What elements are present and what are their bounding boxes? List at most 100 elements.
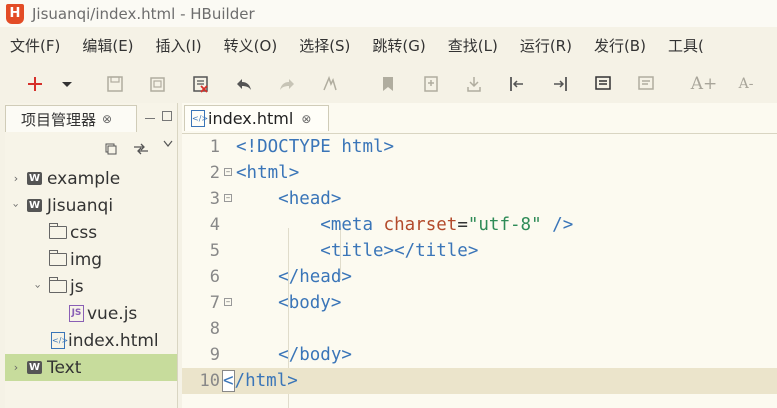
- code-line: 3 − < head >: [182, 186, 777, 212]
- menu-select[interactable]: 选择(S): [299, 35, 350, 56]
- tree-item-js[interactable]: › js: [5, 273, 177, 300]
- format-icon[interactable]: [319, 73, 341, 95]
- fold-toggle[interactable]: −: [224, 168, 236, 178]
- tree-item-img[interactable]: img: [5, 246, 177, 273]
- code-line: 4 < meta charset = "utf-8" />: [182, 212, 777, 238]
- chevron-down-icon[interactable]: ›: [10, 201, 23, 211]
- js-file-icon: JS: [69, 305, 84, 322]
- menu-tools[interactable]: 工具(: [668, 35, 704, 56]
- tree-item-label: Text: [47, 357, 82, 378]
- line-number: 1: [209, 137, 220, 157]
- collapse-icon[interactable]: −: [224, 168, 232, 176]
- view-menu-icon[interactable]: [163, 137, 173, 151]
- save-icon[interactable]: [104, 73, 126, 95]
- code-line-current: 10 </html >: [182, 368, 777, 394]
- tree-item-label: img: [70, 249, 103, 270]
- menu-find[interactable]: 查找(L): [448, 35, 498, 56]
- code-token: charset: [383, 215, 458, 235]
- collapse-all-icon[interactable]: [105, 143, 117, 158]
- tree-item-text[interactable]: › W Text: [5, 354, 177, 381]
- line-number: 2: [209, 163, 220, 183]
- project-manager-tab[interactable]: 项目管理器 ⊗: [5, 105, 137, 132]
- code-token: head: [288, 189, 331, 209]
- maximize-icon[interactable]: [162, 111, 172, 121]
- editor-tab-index-html[interactable]: </> index.html ⊗: [184, 105, 329, 131]
- tree-item-label: Jisuanqi: [47, 195, 114, 216]
- font-decrease-icon[interactable]: A-: [735, 73, 757, 95]
- folder-icon: [49, 250, 67, 266]
- code-token: meta: [330, 215, 373, 235]
- menu-file[interactable]: 文件(F): [10, 35, 60, 56]
- code-editor[interactable]: 1 < !DOCTYPE html > 2 − < html > 3 − < head > …: [182, 133, 777, 408]
- chevron-right-icon[interactable]: ›: [11, 172, 21, 185]
- save-all-icon[interactable]: [147, 73, 169, 95]
- code-line: 2 − < html >: [182, 160, 777, 186]
- menu-run[interactable]: 运行(R): [520, 35, 572, 56]
- close-icon[interactable]: ⊗: [102, 112, 112, 126]
- menu-escape[interactable]: 转义(O): [224, 35, 278, 56]
- code-token: title: [330, 241, 384, 261]
- undo-icon[interactable]: [233, 73, 255, 95]
- tree-item-css[interactable]: css: [5, 219, 177, 246]
- link-editor-icon[interactable]: [133, 143, 149, 158]
- menu-goto[interactable]: 跳转(G): [372, 35, 425, 56]
- editor-area: </> index.html ⊗ 1 < !DOCTYPE html > 2 − <…: [182, 103, 777, 408]
- project-manager-tab-label: 项目管理器: [21, 110, 97, 129]
- download-icon[interactable]: [463, 73, 485, 95]
- align-left-icon[interactable]: [506, 73, 528, 95]
- tree-item-label: css: [70, 222, 98, 243]
- tree-item-vue-js[interactable]: JS vue.js: [5, 300, 177, 327]
- line-number: 5: [209, 241, 220, 261]
- code-token: /html: [234, 371, 288, 391]
- font-increase-icon[interactable]: A+: [691, 73, 718, 95]
- code-token: body: [288, 293, 331, 313]
- text-cursor: <: [222, 370, 235, 392]
- plus-icon[interactable]: [24, 73, 46, 95]
- menu-insert[interactable]: 插入(I): [156, 35, 202, 56]
- bookmark-icon[interactable]: [377, 73, 399, 95]
- html-file-icon: </>: [51, 332, 68, 349]
- project-w-icon: W: [27, 361, 42, 374]
- code-token: "utf-8": [467, 215, 542, 235]
- tree-item-label: vue.js: [87, 303, 138, 324]
- project-tree: › W example › W Jisuanqi css img › js JS…: [5, 165, 177, 381]
- code-token: /head: [288, 267, 342, 287]
- code-line: 7 − < body >: [182, 290, 777, 316]
- line-number: 10: [199, 371, 220, 391]
- tree-item-example[interactable]: › W example: [5, 165, 177, 192]
- collapse-icon[interactable]: −: [224, 298, 232, 306]
- minimize-icon[interactable]: [145, 115, 155, 119]
- code-token: /body: [288, 345, 342, 365]
- code-line: 5 < title ></title >: [182, 238, 777, 264]
- menu-publish[interactable]: 发行(B): [594, 35, 646, 56]
- code-token: !DOCTYPE html: [246, 137, 384, 157]
- hbuilder-logo-icon: H: [6, 3, 24, 24]
- chevron-right-icon[interactable]: ›: [11, 361, 21, 374]
- chevron-down-icon[interactable]: ›: [32, 282, 45, 292]
- close-icon[interactable]: ⊗: [301, 112, 311, 126]
- menu-edit[interactable]: 编辑(E): [82, 35, 133, 56]
- toolbar: A+ A-: [0, 63, 777, 103]
- tree-item-index-html[interactable]: </> index.html: [5, 327, 177, 354]
- fold-toggle[interactable]: −: [224, 194, 236, 204]
- line-number: 8: [209, 319, 220, 339]
- html-file-icon: </>: [191, 110, 208, 127]
- collapse-icon[interactable]: −: [224, 194, 232, 202]
- comment-icon[interactable]: [592, 73, 614, 95]
- line-number: 9: [209, 345, 220, 365]
- close-file-icon[interactable]: [190, 73, 212, 95]
- line-number: 4: [209, 215, 220, 235]
- editor-tab-label: index.html: [208, 109, 294, 128]
- uncomment-icon[interactable]: [635, 73, 657, 95]
- align-right-icon[interactable]: [549, 73, 571, 95]
- folder-open-icon: [49, 277, 67, 293]
- redo-icon[interactable]: [276, 73, 298, 95]
- project-w-icon: W: [27, 199, 42, 212]
- tree-item-jisuanqi[interactable]: › W Jisuanqi: [5, 192, 177, 219]
- tree-item-label: js: [70, 276, 84, 297]
- fold-toggle[interactable]: −: [224, 298, 236, 308]
- new-file-icon[interactable]: [420, 73, 442, 95]
- tree-item-label: index.html: [68, 330, 159, 351]
- chevron-down-icon[interactable]: [56, 73, 78, 95]
- code-line: 8: [182, 316, 777, 342]
